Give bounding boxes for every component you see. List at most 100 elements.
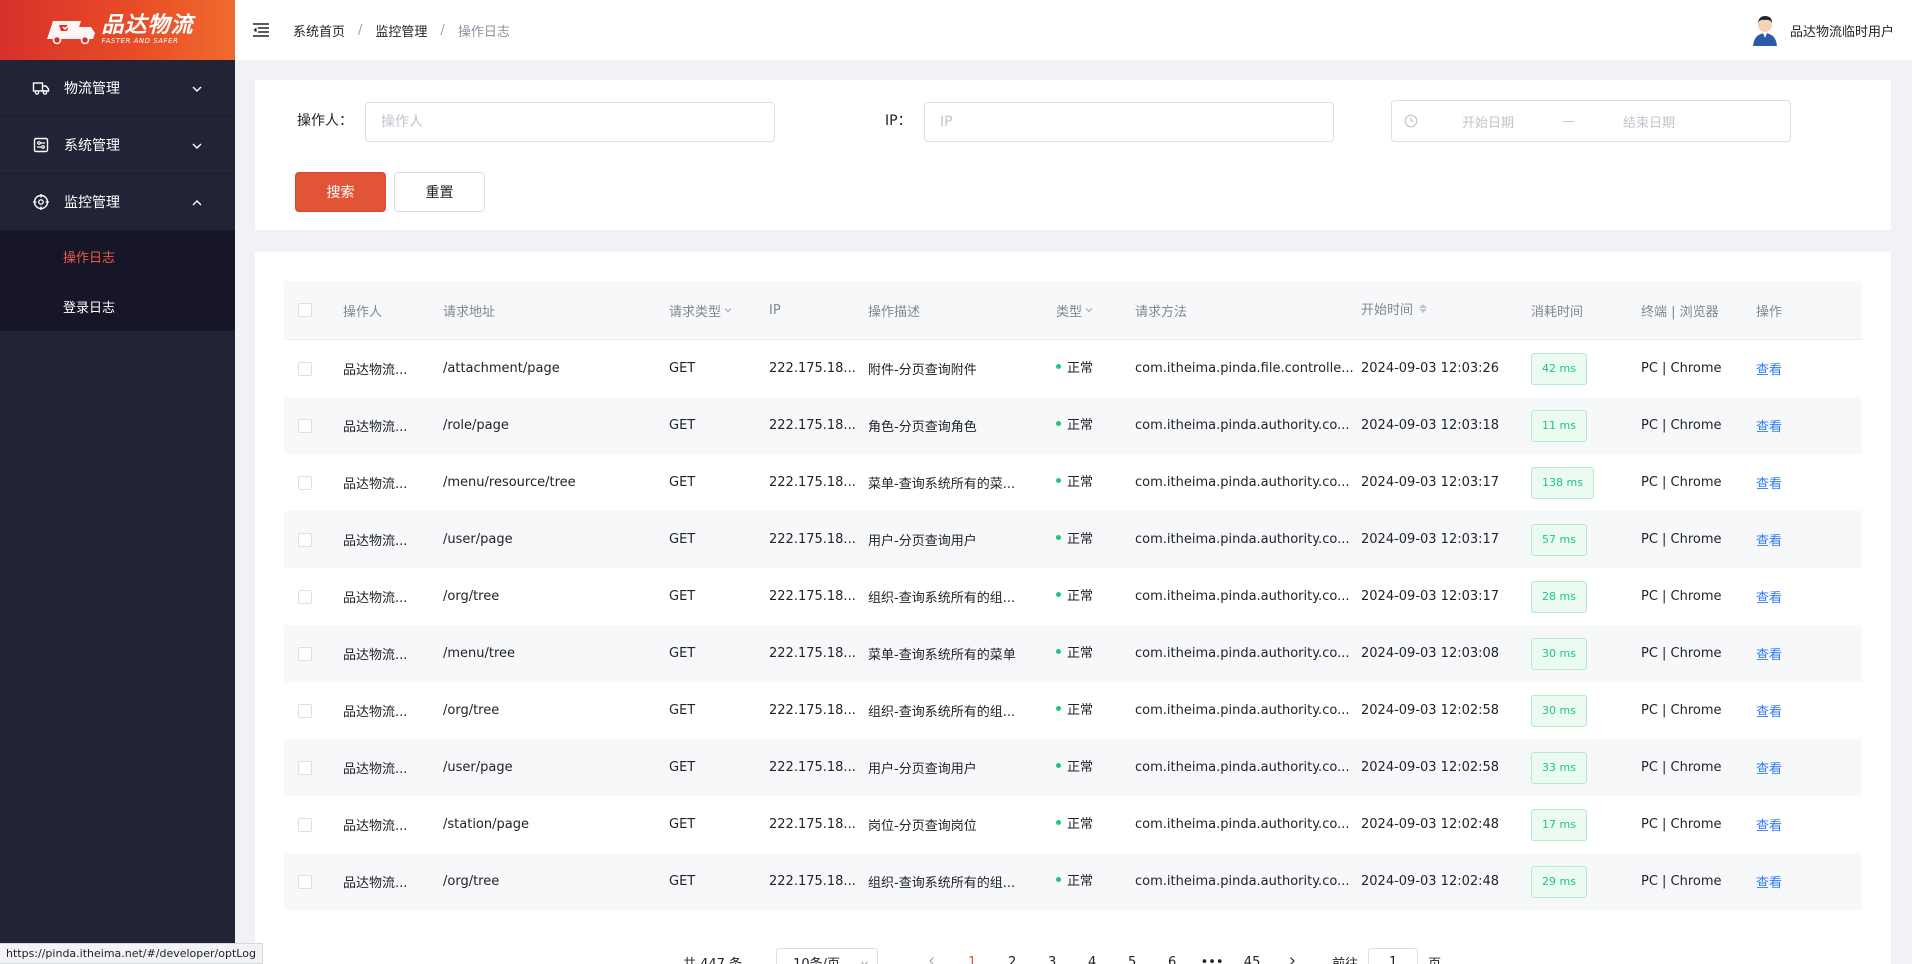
status-text: 正常 [1067,532,1094,547]
row-checkbox[interactable] [298,475,312,490]
cell-url: /org/tree [443,589,500,604]
view-link[interactable]: 查看 [1756,454,1782,511]
breadcrumb-home[interactable]: 系统首页 [293,21,345,40]
header-client: 终端 | 浏览器 [1641,304,1719,320]
cell-start-time: 2024-09-03 12:02:48 [1361,817,1500,832]
cell-desc: 菜单-查询系统所有的菜单 [868,648,1016,663]
row-checkbox[interactable] [298,646,312,661]
breadcrumb-separator: / [358,22,363,38]
cell-start-time: 2024-09-03 12:03:17 [1361,475,1500,490]
cell-operator: 品达物流... [343,762,408,777]
row-checkbox[interactable] [298,817,312,832]
page-ellipsis[interactable]: ••• [1192,955,1232,964]
page-3[interactable]: 3 [1032,955,1072,964]
row-checkbox[interactable] [298,703,312,718]
page-4[interactable]: 4 [1072,955,1112,964]
cell-method: com.itheima.pinda.authority.co... [1135,760,1350,775]
cell-url: /org/tree [443,874,500,889]
cost-badge: 29 ms [1531,865,1587,898]
date-range-picker[interactable]: 开始日期 — 结束日期 [1391,100,1791,142]
row-checkbox[interactable] [298,418,312,433]
table-body: 品达物流... /attachment/page GET 222.175.18... 附… [284,340,1862,910]
header-type[interactable]: 类型 [1056,281,1093,339]
row-checkbox[interactable] [298,589,312,604]
submenu-login-log[interactable]: 登录日志 [0,281,235,331]
view-link[interactable]: 查看 [1756,397,1782,454]
view-link[interactable]: 查看 [1756,682,1782,739]
select-all-checkbox[interactable] [298,303,312,317]
status-text: 正常 [1067,760,1094,775]
menu-label: 监控管理 [64,195,120,211]
header-desc: 操作描述 [868,304,921,320]
goto-page-input[interactable]: 1 [1368,948,1419,964]
settings-panel-icon [32,136,50,154]
view-link[interactable]: 查看 [1756,568,1782,625]
header-req-type[interactable]: 请求类型 [669,281,732,339]
cell-client: PC | Chrome [1641,361,1722,376]
row-checkbox[interactable] [298,361,312,376]
menu-monitor[interactable]: 监控管理 [0,174,235,231]
view-link[interactable]: 查看 [1756,511,1782,568]
cell-client: PC | Chrome [1641,532,1722,547]
operator-input-wrap [365,102,775,142]
table-row: 品达物流... /station/page GET 222.175.18... 岗位-分… [284,796,1862,853]
row-checkbox[interactable] [298,874,312,889]
status-dot-icon [1056,706,1061,711]
menu-logistics[interactable]: 物流管理 [0,60,235,117]
next-page-button[interactable] [1272,955,1312,964]
cell-operator: 品达物流... [343,534,408,549]
brand-name: 品达物流 [101,12,194,38]
operation-log-table: 操作人 请求地址 请求类型 IP 操作描述 类型 请求方法 开始时间 消耗时间 … [284,281,1862,910]
user-menu[interactable]: 品达物流临时用户 [1750,14,1894,46]
sort-icon[interactable] [1419,303,1428,313]
menu-label: 物流管理 [64,81,120,97]
cell-url: /org/tree [443,703,500,718]
collapse-menu-icon[interactable] [252,21,270,39]
view-link[interactable]: 查看 [1756,739,1782,796]
ip-input[interactable] [940,114,1333,130]
cell-ip: 222.175.18... [769,703,856,718]
breadcrumb-monitor[interactable]: 监控管理 [375,21,427,40]
status-dot-icon [1056,649,1061,654]
menu-system[interactable]: 系统管理 [0,117,235,174]
cell-url: /attachment/page [443,361,560,376]
cell-req-type: GET [669,589,696,604]
breadcrumb-current: 操作日志 [457,24,510,40]
header-start-time[interactable]: 开始时间 [1361,279,1428,337]
end-date-input[interactable]: 结束日期 [1623,112,1675,131]
cell-desc: 附件-分页查询附件 [868,363,977,378]
row-checkbox[interactable] [298,760,312,775]
search-button[interactable]: 搜索 [295,172,386,212]
operator-input[interactable] [381,114,774,130]
monitor-submenu: 操作日志 登录日志 [0,231,235,331]
prev-page-button[interactable] [912,955,952,964]
row-checkbox[interactable] [298,532,312,547]
page-6[interactable]: 6 [1152,955,1192,964]
submenu-operation-log[interactable]: 操作日志 [0,231,235,281]
chevron-right-icon [1290,956,1295,964]
date-range-separator: — [1562,113,1576,129]
brand-logo[interactable]: 品达物流 FASTER AND SAFER [0,0,235,60]
view-link[interactable]: 查看 [1756,796,1782,853]
view-link[interactable]: 查看 [1756,625,1782,682]
cell-type: 正常 [1056,853,1093,910]
view-link[interactable]: 查看 [1756,340,1782,397]
cell-desc: 菜单-查询系统所有的菜... [868,477,1016,492]
reset-button[interactable]: 重置 [394,172,485,212]
page-size-select[interactable]: 10条/页 [776,948,879,964]
page-45[interactable]: 45 [1232,955,1272,964]
page-5[interactable]: 5 [1112,955,1152,964]
status-dot-icon [1056,763,1061,768]
status-dot-icon [1056,535,1061,540]
cell-url: /menu/tree [443,646,516,661]
view-link[interactable]: 查看 [1756,853,1782,910]
cell-cost: 29 ms [1531,853,1587,910]
sidebar: 品达物流 FASTER AND SAFER 物流管理 系统管理 监控管理 操作日… [0,0,235,964]
cell-type: 正常 [1056,454,1093,511]
page-2[interactable]: 2 [992,955,1032,964]
start-date-input[interactable]: 开始日期 [1462,112,1514,131]
cell-start-time: 2024-09-03 12:02:48 [1361,874,1500,889]
page-1[interactable]: 1 [952,955,992,964]
cell-type: 正常 [1056,625,1093,682]
brand-slogan: FASTER AND SAFER [101,36,179,45]
